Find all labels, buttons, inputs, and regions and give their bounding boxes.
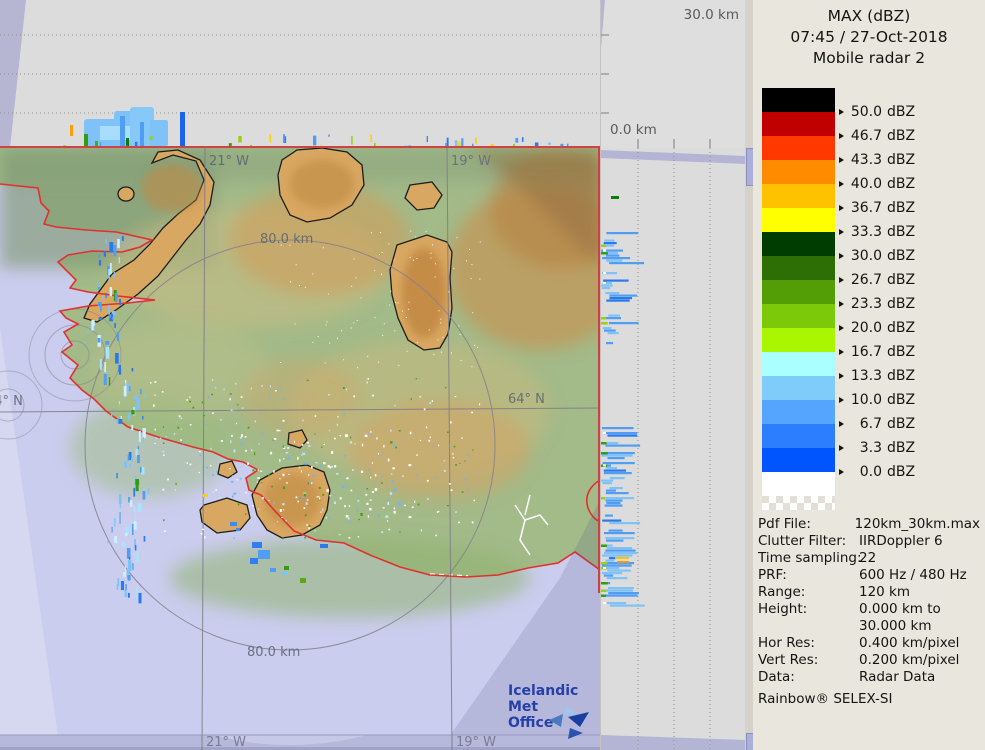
threshold-arrow-icon xyxy=(839,157,844,163)
height-scale-max-label: 30.0 km xyxy=(683,7,739,23)
colorband-33.3 xyxy=(762,208,835,232)
legend-entry: 36.7 dBZ xyxy=(839,199,915,217)
legend-entry: 6.7 dBZ xyxy=(839,415,915,433)
threshold-arrow-icon xyxy=(839,277,844,283)
colorband-40.0 xyxy=(762,160,835,184)
colorband-16.7 xyxy=(762,328,835,352)
legend-entry: 23.3 dBZ xyxy=(839,295,915,313)
threshold-arrow-icon xyxy=(839,253,844,259)
right-profile-canvas xyxy=(601,148,746,750)
colorband-26.7 xyxy=(762,256,835,280)
top-height-profile-panel[interactable] xyxy=(0,0,600,148)
info-row: PRF: 600 Hz / 480 Hz xyxy=(758,567,967,583)
top-profile-canvas xyxy=(0,0,600,148)
meridian-label-19w-bottom: 19° W xyxy=(456,735,497,750)
icelandic-met-office-watermark: Icelandic Met Office xyxy=(508,683,600,739)
legend-entry: 13.3 dBZ xyxy=(839,367,915,385)
threshold-arrow-icon xyxy=(839,205,844,211)
colorband-6.7 xyxy=(762,400,835,424)
threshold-arrow-icon xyxy=(839,397,844,403)
meridian-label-19w-top: 19° W xyxy=(451,154,492,169)
threshold-arrow-icon xyxy=(839,469,844,475)
threshold-arrow-icon xyxy=(839,181,844,187)
radar-name: Mobile radar 2 xyxy=(812,49,926,67)
nodata-swatch xyxy=(762,472,835,496)
legend-entry: 0.0 dBZ xyxy=(839,463,915,481)
colorband-43.3 xyxy=(762,136,835,160)
colorband-0.0 xyxy=(762,448,835,472)
meridian-label-21w-top: 21° W xyxy=(209,154,250,169)
legend-entry: 50.0 dBZ xyxy=(839,103,915,121)
radar-map-view[interactable]: 21° W 19° W 80.0 km 64° N 64° N 80.0 km … xyxy=(0,148,600,750)
colorband-50.0 xyxy=(762,88,835,112)
transparent-swatch xyxy=(762,496,835,510)
legend-header: MAX (dBZ) 07:45 / 27-Oct-2018 Mobile rad… xyxy=(753,6,985,69)
legend-entry: 26.7 dBZ xyxy=(839,271,915,289)
product-info-block: Pdf File: 120km_30km.max Clutter Filter: II… xyxy=(758,516,980,708)
software-brand: Rainbow® SELEX-SI xyxy=(758,691,893,707)
info-row: 30.000 km xyxy=(859,618,932,634)
product-title: MAX (dBZ) xyxy=(827,7,911,25)
colorband-13.3 xyxy=(762,352,835,376)
threshold-arrow-icon xyxy=(839,373,844,379)
legend-entry: 20.0 dBZ xyxy=(839,319,915,337)
panel-splitter[interactable] xyxy=(745,0,754,750)
colorband-46.7 xyxy=(762,112,835,136)
colorband-20.0 xyxy=(762,304,835,328)
product-datetime: 07:45 / 27-Oct-2018 xyxy=(790,28,948,46)
threshold-arrow-icon xyxy=(839,133,844,139)
threshold-arrow-icon xyxy=(839,109,844,115)
threshold-arrow-icon xyxy=(839,229,844,235)
met-office-pinwheel-icon xyxy=(549,706,589,739)
colorband-23.3 xyxy=(762,280,835,304)
right-height-profile-panel[interactable] xyxy=(600,148,746,750)
info-row: Range: 120 km xyxy=(758,584,911,600)
colorband-10.0 xyxy=(762,376,835,400)
info-row: Data: Radar Data xyxy=(758,669,936,685)
legend-entry: 10.0 dBZ xyxy=(839,391,915,409)
info-row: Time sampling: 22 xyxy=(758,550,877,566)
threshold-arrow-icon xyxy=(839,445,844,451)
legend-entry: 30.0 dBZ xyxy=(839,247,915,265)
parallel-label-64n-left: 64° N xyxy=(0,394,23,409)
legend-entry: 40.0 dBZ xyxy=(839,175,915,193)
info-row: Hor Res: 0.400 km/pixel xyxy=(758,635,960,651)
meridian-label-21w-bottom: 21° W xyxy=(206,735,247,750)
threshold-arrow-icon xyxy=(839,349,844,355)
threshold-arrow-icon xyxy=(839,325,844,331)
height-scale-min-label: 0.0 km xyxy=(610,122,657,138)
bottom-edge-strip xyxy=(0,734,600,750)
height-scale-corner-box: 30.0 km 0.0 km xyxy=(600,0,746,148)
threshold-arrow-icon xyxy=(839,421,844,427)
colorband-30.0 xyxy=(762,232,835,256)
legend-entry: 43.3 dBZ xyxy=(839,151,915,169)
colorband-36.7 xyxy=(762,184,835,208)
radar-application-window: 30.0 km 0.0 km 21° W 19° W 80.0 km 64° N… xyxy=(0,0,985,750)
legend-info-panel: MAX (dBZ) 07:45 / 27-Oct-2018 Mobile rad… xyxy=(753,0,985,750)
legend-entry: 46.7 dBZ xyxy=(839,127,915,145)
legend-entry: 3.3 dBZ xyxy=(839,439,915,457)
parallel-label-64n-right: 64° N xyxy=(508,392,545,407)
threshold-arrow-icon xyxy=(839,301,844,307)
info-row: Pdf File: 120km_30km.max xyxy=(758,516,980,532)
dbz-colorbar xyxy=(762,88,835,510)
legend-entry: 16.7 dBZ xyxy=(839,343,915,361)
range-ring-label-top: 80.0 km xyxy=(260,232,314,247)
info-row: Clutter Filter: IIRDoppler 6 xyxy=(758,533,943,549)
info-row: Height: 0.000 km to xyxy=(758,601,941,617)
info-row: Vert Res: 0.200 km/pixel xyxy=(758,652,960,668)
colorband-3.3 xyxy=(762,424,835,448)
legend-entry: 33.3 dBZ xyxy=(839,223,915,241)
range-ring-label-bottom: 80.0 km xyxy=(247,645,301,660)
